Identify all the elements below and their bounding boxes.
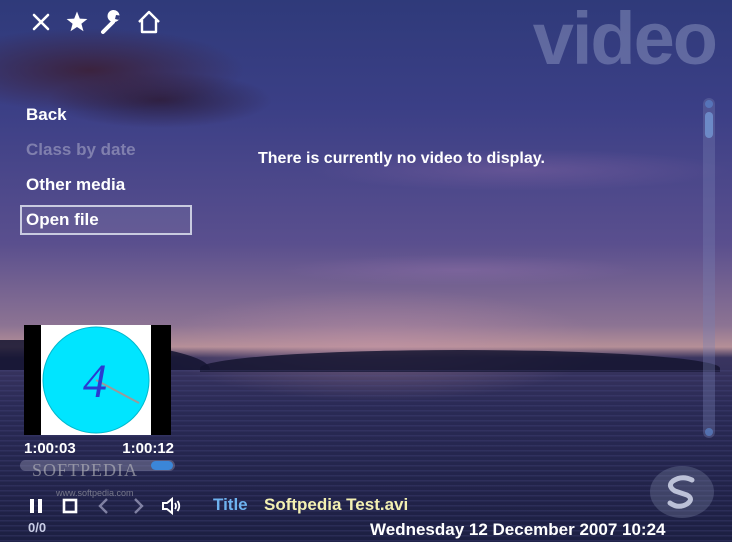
now-playing-label: Title [213, 495, 248, 514]
section-title: video [532, 0, 718, 80]
total-time: 1:00:12 [122, 440, 174, 457]
home-icon[interactable] [134, 8, 164, 36]
close-icon[interactable] [26, 8, 56, 36]
softpedia-watermark: SOFTPEDIA [32, 460, 139, 480]
playlist-counter: 0/0 [28, 520, 47, 535]
now-playing-title: Softpedia Test.avi [264, 495, 409, 514]
volume-icon[interactable] [156, 492, 188, 520]
date-time: Wednesday 12 December 2007 10:24 [370, 520, 666, 539]
video-preview[interactable]: 4 [24, 325, 171, 435]
menu-item-other-media[interactable]: Other media [20, 170, 192, 200]
elapsed-time: 1:00:03 [24, 440, 76, 457]
menu-item-back[interactable]: Back [20, 100, 192, 130]
scrollbar[interactable] [703, 98, 715, 438]
menu-item-class-by-date[interactable]: Class by date [20, 135, 192, 165]
scrollbar-bottom-cap [705, 428, 713, 436]
side-menu: Back Class by date Other media Open file [20, 100, 192, 240]
seek-knob[interactable] [151, 461, 173, 470]
star-icon[interactable] [62, 8, 92, 36]
top-toolbar [26, 8, 164, 36]
wrench-icon[interactable] [98, 8, 128, 36]
menu-item-open-file[interactable]: Open file [20, 205, 192, 235]
next-icon[interactable] [122, 492, 154, 520]
scrollbar-top-cap [705, 100, 713, 108]
preview-countdown-dial: 4 [42, 326, 150, 434]
stop-icon[interactable] [54, 492, 86, 520]
empty-state-message: There is currently no video to display. [258, 150, 545, 167]
time-display: 1:00:03 1:00:12 [24, 440, 174, 457]
preview-digit: 4 [83, 355, 107, 408]
pause-icon[interactable] [20, 492, 52, 520]
previous-icon[interactable] [88, 492, 120, 520]
preview-frame: 4 [41, 325, 151, 435]
scrollbar-thumb[interactable] [705, 112, 713, 138]
s-logo-icon [650, 466, 714, 518]
playback-controls [20, 492, 188, 520]
